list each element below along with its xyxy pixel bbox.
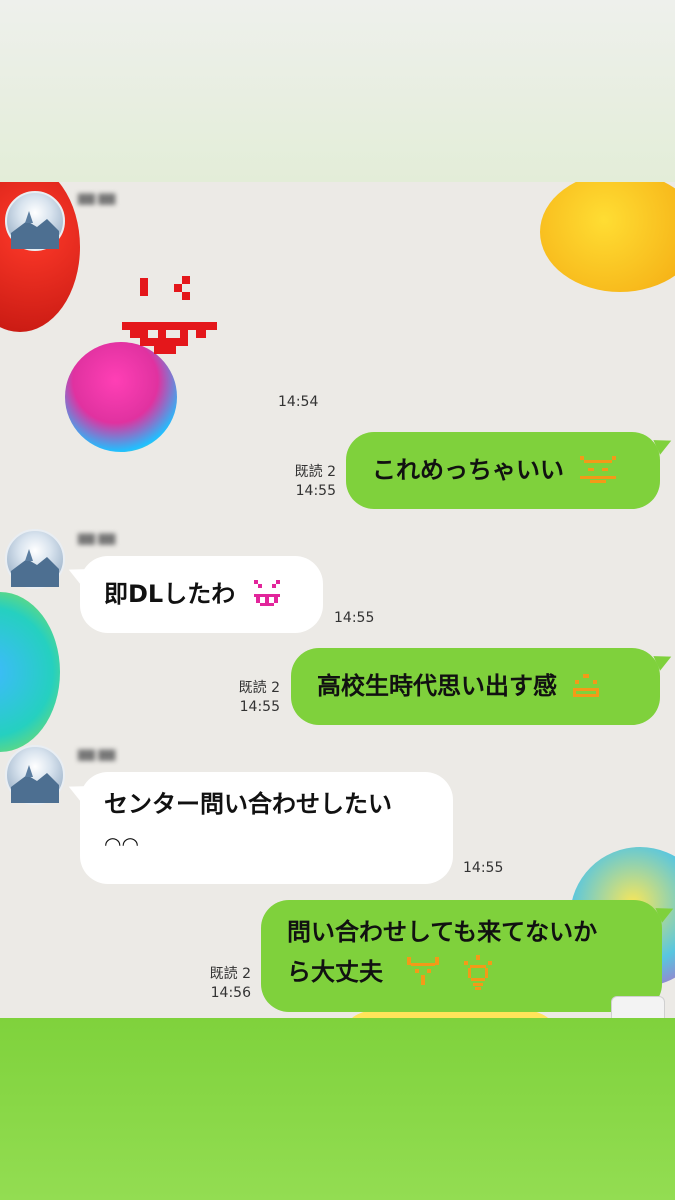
lightbulb-icon <box>463 955 492 990</box>
read-receipt: 既読 2 <box>238 680 280 696</box>
message-time: 14:55 <box>463 860 504 876</box>
sender-name-blurred: ▇▇ ▇▇ <box>78 192 116 205</box>
message-meta: 既読 2 14:55 <box>270 463 336 501</box>
incoming-message[interactable]: センター問い合わせしたい ◠◠ <box>80 772 453 884</box>
chat-area[interactable]: ▇▇ ▇▇ 14:54 既読 2 14:55 これめっちゃいい ▇▇ ▇▇ 即D… <box>0 182 675 1018</box>
yellow-paint-blob <box>540 182 675 292</box>
message-text-line2: ◠◠ <box>104 832 139 856</box>
read-receipt: 既読 2 <box>209 966 251 982</box>
outgoing-message[interactable]: これめっちゃいい <box>346 432 660 509</box>
mountain-photo-icon <box>11 211 59 249</box>
message-meta: 既読 2 14:56 <box>185 965 251 1003</box>
message-text-line2: ら大丈夫 <box>287 958 383 986</box>
mountain-photo-icon <box>11 765 59 803</box>
message-meta: 既読 2 14:55 <box>214 679 280 717</box>
message-time: 14:55 <box>295 483 336 499</box>
cyan-paint-blob <box>0 592 60 752</box>
message-text-line1: 問い合わせしても来てないか <box>287 918 598 946</box>
avatar[interactable] <box>5 529 65 589</box>
message-time: 14:55 <box>334 610 375 626</box>
bottom-band <box>0 1018 675 1200</box>
pixel-cat-icon <box>407 957 440 985</box>
read-receipt: 既読 2 <box>294 464 336 480</box>
message-time: 14:56 <box>210 985 251 1001</box>
scroll-down-button[interactable] <box>611 996 665 1019</box>
incoming-message[interactable]: 即DLしたわ <box>80 556 323 633</box>
sticker-time: 14:54 <box>278 394 319 410</box>
pixel-smile-face-icon <box>573 674 600 697</box>
message-text-line1: センター問い合わせしたい <box>104 790 392 818</box>
sender-name-blurred: ▇▇ ▇▇ <box>78 532 116 545</box>
top-band <box>0 0 675 182</box>
message-text: これめっちゃいい <box>372 456 564 484</box>
outgoing-message[interactable]: 高校生時代思い出す感 <box>291 648 660 725</box>
avatar[interactable] <box>5 191 65 251</box>
message-text: 高校生時代思い出す感 <box>317 672 557 700</box>
grinning-face-icon <box>253 580 280 606</box>
mountain-photo-icon <box>11 549 59 587</box>
message-time: 14:55 <box>239 699 280 715</box>
tongue-face-sticker[interactable] <box>62 272 232 452</box>
message-text: 即DLしたわ <box>104 580 236 608</box>
avatar[interactable] <box>5 745 65 805</box>
outgoing-message[interactable]: 問い合わせしても来てないか ら大丈夫 <box>261 900 662 1012</box>
sender-name-blurred: ▇▇ ▇▇ <box>78 748 116 761</box>
pixel-cat-face-icon <box>580 456 617 483</box>
